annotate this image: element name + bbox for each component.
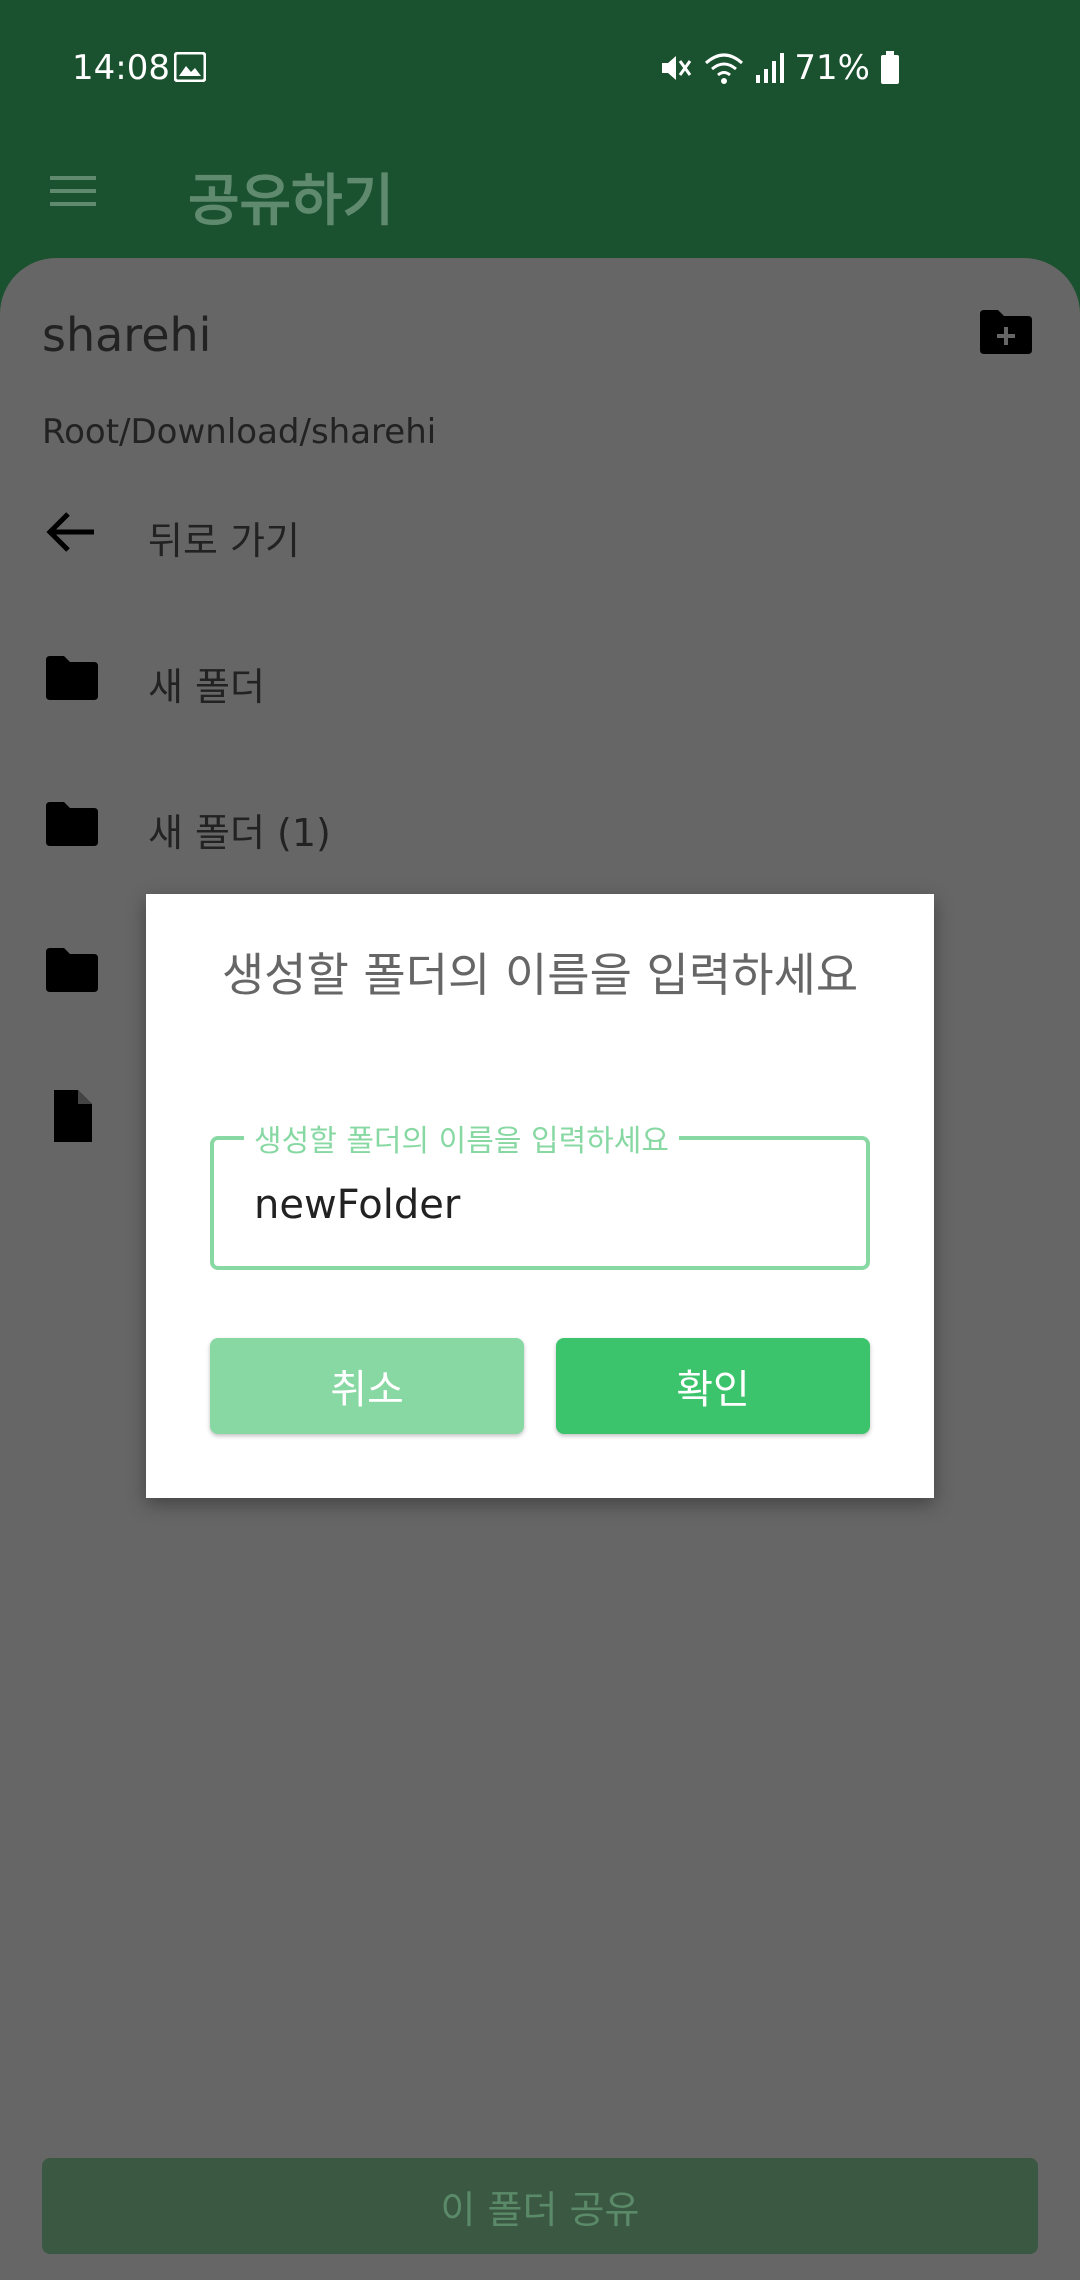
item-label: 새 폴더 (1) [148,811,331,855]
hamburger-menu-icon[interactable] [48,166,98,216]
battery-icon [881,51,899,84]
status-bar: 14:08 71% [0,0,1080,130]
gallery-icon [174,52,206,82]
back-label: 뒤로 가기 [148,519,300,563]
wifi-icon [705,53,744,84]
cancel-button[interactable]: 취소 [210,1338,524,1434]
create-folder-dialog: 생성할 폴더의 이름을 입력하세요 생성할 폴더의 이름을 입력하세요 newF… [146,894,934,1498]
create-folder-icon[interactable] [978,308,1034,356]
folder-name-input[interactable]: 생성할 폴더의 이름을 입력하세요 newFolder [210,1116,870,1270]
folder-icon [46,656,98,700]
list-item[interactable]: 새 폴더 (1) [0,764,1080,884]
folder-name-value[interactable]: newFolder [254,1182,460,1228]
status-icons: 71% [658,48,900,88]
folder-icon [46,802,98,846]
back-row[interactable]: 뒤로 가기 [0,472,1080,592]
current-folder-name: sharehi [42,308,212,362]
folder-icon [46,948,98,992]
mute-icon [662,56,692,80]
file-icon [54,1090,92,1142]
app-bar: 공유하기 [0,130,1080,260]
status-time: 14:08 [72,48,170,88]
share-folder-button[interactable]: 이 폴더 공유 [42,2158,1038,2254]
app-title: 공유하기 [188,169,395,234]
item-label: 새 폴더 [148,665,265,709]
confirm-button[interactable]: 확인 [556,1338,870,1434]
battery-percent: 71% [794,48,870,88]
folder-path: Root/Download/sharehi [42,412,437,452]
list-item[interactable]: 새 폴더 [0,618,1080,738]
signal-icon [756,53,785,83]
folder-name-label: 생성할 폴더의 이름을 입력하세요 [244,1116,680,1160]
arrow-back-icon [46,512,94,552]
dialog-title: 생성할 폴더의 이름을 입력하세요 [221,948,859,1002]
